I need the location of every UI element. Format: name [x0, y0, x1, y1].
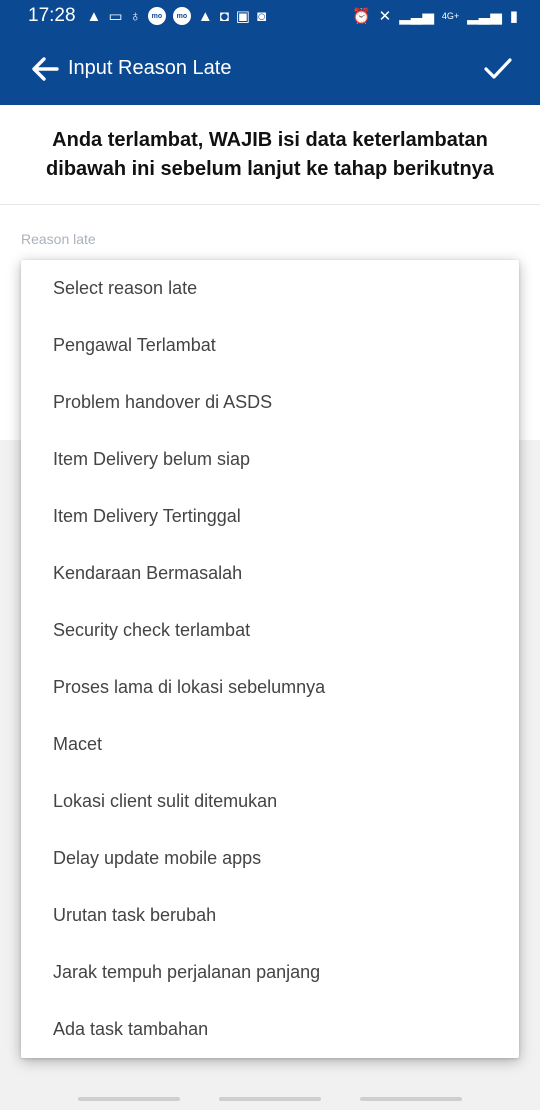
option-kendaraan-bermasalah[interactable]: Kendaraan Bermasalah	[21, 545, 519, 602]
status-right: ⏰ ✕ ▂▃▅ 4G+ ▂▃▅ ▮	[352, 9, 518, 24]
cast-icon: ▭	[108, 7, 123, 25]
confirm-button[interactable]	[480, 51, 516, 87]
option-ada-task-tambahan[interactable]: Ada task tambahan	[21, 1001, 519, 1058]
page-title: Input Reason Late	[68, 57, 232, 79]
option-proses-lama[interactable]: Proses lama di lokasi sebelumnya	[21, 659, 519, 716]
warning-icon-2: ▲	[197, 7, 213, 25]
back-button[interactable]	[28, 52, 62, 86]
late-notice-text: Anda terlambat, WAJIB isi data keterlamb…	[46, 128, 494, 180]
app-notification-icon: mo	[147, 7, 166, 25]
status-time: 17:28	[28, 5, 76, 26]
signal-icon: ▂▃▅	[399, 7, 434, 25]
option-delay-update-apps[interactable]: Delay update mobile apps	[21, 830, 519, 887]
warning-icon: ▲	[86, 7, 102, 25]
status-bar: 17:28 ▲ ▭ ♁ mo mo ▲ ◘ ▣ ◙ ⏰ ✕ ▂▃▅ 4G+ ▂▃…	[0, 0, 540, 32]
option-item-delivery-belum-siap[interactable]: Item Delivery belum siap	[21, 431, 519, 488]
nav-hint-right	[360, 1097, 462, 1101]
battery-icon: ▮	[509, 7, 518, 25]
alarm-icon: ⏰	[351, 7, 371, 25]
option-select-reason-late[interactable]: Select reason late	[21, 260, 519, 317]
wifi-icon: ◙	[256, 7, 267, 25]
option-urutan-task-berubah[interactable]: Urutan task berubah	[21, 887, 519, 944]
option-problem-handover[interactable]: Problem handover di ASDS	[21, 374, 519, 431]
nav-hint-left	[78, 1097, 180, 1101]
reason-late-label: Reason late	[21, 231, 96, 247]
notification-icon: ♁	[129, 7, 141, 25]
arrow-left-icon	[32, 56, 59, 81]
status-left: 17:28 ▲ ▭ ♁ mo mo ▲ ◘ ▣ ◙	[28, 5, 266, 27]
option-macet[interactable]: Macet	[21, 716, 519, 773]
nav-hint-center	[219, 1097, 321, 1101]
option-jarak-tempuh-panjang[interactable]: Jarak tempuh perjalanan panjang	[21, 944, 519, 1001]
check-icon	[484, 57, 512, 79]
option-pengawal-terlambat[interactable]: Pengawal Terlambat	[21, 317, 519, 374]
network-type-label: 4G+	[441, 10, 460, 21]
option-lokasi-client-sulit[interactable]: Lokasi client sulit ditemukan	[21, 773, 519, 830]
image-icon: ▣	[235, 7, 250, 25]
option-item-delivery-tertinggal[interactable]: Item Delivery Tertinggal	[21, 488, 519, 545]
mute-icon: ✕	[378, 7, 392, 25]
app-bar: Input Reason Late	[0, 32, 540, 105]
late-notice: Anda terlambat, WAJIB isi data keterlamb…	[0, 105, 540, 205]
box-icon: ◘	[219, 7, 229, 25]
app-notification-icon-2: mo	[172, 7, 191, 25]
reason-late-dropdown[interactable]: Select reason late Pengawal Terlambat Pr…	[21, 260, 519, 1058]
signal-icon-2: ▂▃▅	[467, 7, 502, 25]
option-security-check-terlambat[interactable]: Security check terlambat	[21, 602, 519, 659]
